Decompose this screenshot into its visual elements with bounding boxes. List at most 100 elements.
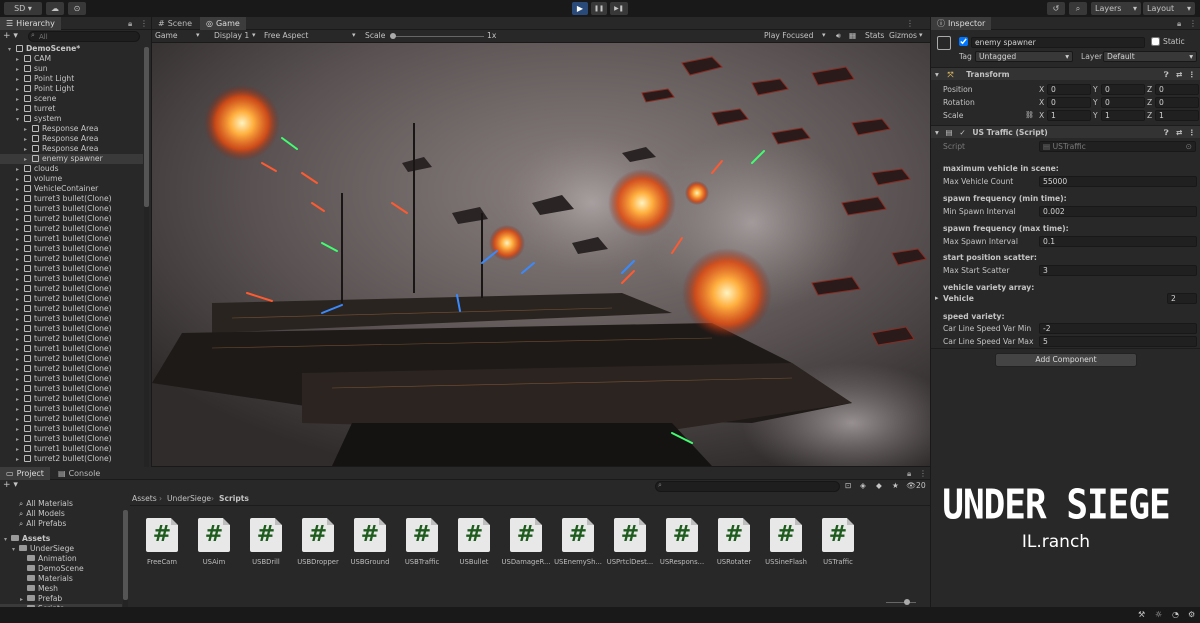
scale-y-field[interactable]: 1 bbox=[1101, 110, 1145, 121]
transform-header[interactable]: ▾ ⤧ Transform ❓︎ ⇄ ⋮ bbox=[931, 67, 1200, 80]
help-icon[interactable]: ❓︎ bbox=[1164, 126, 1169, 139]
hierarchy-item[interactable]: ▸ turret2 bullet(Clone) bbox=[0, 284, 143, 294]
add-component-button[interactable]: Add Component bbox=[995, 353, 1137, 367]
label-icon[interactable]: ◆ bbox=[876, 481, 882, 490]
project-search-input[interactable] bbox=[655, 481, 840, 492]
add-button[interactable]: + ▾ bbox=[3, 480, 18, 490]
foldout-arrow-icon[interactable]: ▸ bbox=[16, 95, 24, 104]
foldout-arrow-icon[interactable]: ▸ bbox=[16, 355, 24, 364]
object-name-field[interactable]: enemy spawner bbox=[971, 37, 1145, 48]
filter-icon[interactable]: ◈ bbox=[860, 481, 866, 490]
foldout-arrow-icon[interactable]: ▸ bbox=[16, 345, 24, 354]
foldout-arrow-icon[interactable]: ▸ bbox=[16, 255, 24, 264]
asset-item[interactable]: # FreeCam bbox=[136, 518, 188, 578]
foldout-arrow-icon[interactable]: ▸ bbox=[16, 285, 24, 294]
hierarchy-item[interactable]: ▸ turret2 bullet(Clone) bbox=[0, 354, 143, 364]
foldout-arrow-icon[interactable]: ▸ bbox=[16, 405, 24, 414]
game-dropdown[interactable]: Game bbox=[155, 31, 178, 40]
hierarchy-search-input[interactable] bbox=[28, 31, 140, 42]
foldout-arrow-icon[interactable]: ▸ bbox=[16, 105, 24, 114]
foldout-arrow-icon[interactable]: ▸ bbox=[24, 155, 32, 164]
asset-item[interactable]: # USTraffic bbox=[812, 518, 864, 578]
hierarchy-item[interactable]: ▸ turret3 bullet(Clone) bbox=[0, 424, 143, 434]
tab-game[interactable]: ◎ Game bbox=[200, 17, 246, 30]
hierarchy-item[interactable]: ▸ turret2 bullet(Clone) bbox=[0, 334, 143, 344]
tab-hierarchy[interactable]: ☰ Hierarchy bbox=[0, 17, 61, 30]
foldout-arrow-icon[interactable]: ▸ bbox=[16, 415, 24, 424]
project-tree-item[interactable]: ▾ UnderSiege bbox=[0, 544, 122, 554]
menu-icon[interactable]: ⋮ bbox=[906, 19, 914, 28]
hierarchy-item[interactable]: ▸ Response Area bbox=[0, 134, 143, 144]
hierarchy-item[interactable]: ▸ Point Light bbox=[0, 84, 143, 94]
foldout-arrow-icon[interactable]: ▸ bbox=[16, 205, 24, 214]
foldout-arrow-icon[interactable]: ▸ bbox=[16, 425, 24, 434]
hierarchy-item[interactable]: ▸ CAM bbox=[0, 54, 143, 64]
audio-icon[interactable]: 🔊︎ bbox=[836, 31, 841, 41]
scale-slider[interactable] bbox=[392, 36, 484, 37]
foldout-arrow-icon[interactable]: ▾ bbox=[8, 45, 16, 54]
asset-item[interactable]: # USEnemySh... bbox=[552, 518, 604, 578]
foldout-arrow-icon[interactable]: ▸ bbox=[16, 325, 24, 334]
layout-dropdown[interactable]: Layout ▾ bbox=[1143, 2, 1195, 15]
layer-dropdown[interactable]: Default ▾ bbox=[1103, 51, 1197, 62]
collab-icon[interactable]: ⊙ bbox=[68, 2, 86, 15]
hierarchy-item[interactable]: ▸ turret2 bullet(Clone) bbox=[0, 364, 143, 374]
stats-button[interactable]: Stats bbox=[865, 31, 884, 40]
hierarchy-item[interactable]: ▸ turret3 bullet(Clone) bbox=[0, 244, 143, 254]
hierarchy-item[interactable]: ▸ VehicleContainer bbox=[0, 184, 143, 194]
project-tree-item[interactable]: ⌕ All Models bbox=[0, 509, 122, 519]
foldout-arrow-icon[interactable]: ▸ bbox=[16, 55, 24, 64]
hierarchy-item[interactable]: ▸ turret3 bullet(Clone) bbox=[0, 404, 143, 414]
project-tree-item[interactable]: Animation bbox=[0, 554, 122, 564]
hierarchy-item[interactable]: ▸ turret3 bullet(Clone) bbox=[0, 384, 143, 394]
project-tree-item[interactable]: ▸ Prefab bbox=[0, 594, 122, 604]
hierarchy-item[interactable]: ▸ turret bbox=[0, 104, 143, 114]
asset-item[interactable]: # USRotater bbox=[708, 518, 760, 578]
hierarchy-item[interactable]: ▸ enemy spawner bbox=[0, 154, 143, 164]
field-value-input[interactable]: 0.002 bbox=[1039, 206, 1197, 217]
settings-icon[interactable]: ⚙ bbox=[1188, 610, 1195, 619]
asset-item[interactable]: # USAim bbox=[188, 518, 240, 578]
tab-inspector[interactable]: ⓘ Inspector bbox=[931, 17, 992, 30]
visibility-icon[interactable]: 👁︎ bbox=[906, 481, 916, 490]
project-tree-item[interactable]: Materials bbox=[0, 574, 122, 584]
field-value-input[interactable]: 2 bbox=[1167, 293, 1197, 304]
history-icon[interactable]: ↺ bbox=[1047, 2, 1065, 15]
hierarchy-item[interactable]: ▸ scene bbox=[0, 94, 143, 104]
icon-size-slider-handle[interactable] bbox=[904, 599, 910, 605]
tab-scene[interactable]: # Scene bbox=[152, 17, 198, 30]
menu-icon[interactable]: ⋮ bbox=[919, 469, 927, 478]
asset-item[interactable]: # USBDrill bbox=[240, 518, 292, 578]
foldout-arrow-icon[interactable]: ▸ bbox=[16, 65, 24, 74]
menu-icon[interactable]: ⋮ bbox=[140, 19, 148, 28]
foldout-arrow-icon[interactable]: ▸ bbox=[24, 125, 32, 134]
hierarchy-item[interactable]: ▸ turret2 bullet(Clone) bbox=[0, 414, 143, 424]
hierarchy-item[interactable]: ▸ turret3 bullet(Clone) bbox=[0, 374, 143, 384]
play-focused-dropdown[interactable]: Play Focused bbox=[764, 31, 813, 40]
asset-item[interactable]: # USRespons... bbox=[656, 518, 708, 578]
foldout-arrow-icon[interactable]: ▸ bbox=[16, 265, 24, 274]
foldout-arrow-icon[interactable]: ▸ bbox=[16, 75, 24, 84]
project-tree-item[interactable]: ⌕ All Prefabs bbox=[0, 519, 122, 529]
hierarchy-item[interactable]: ▸ turret2 bullet(Clone) bbox=[0, 254, 143, 264]
asset-item[interactable]: # USDamageR... bbox=[500, 518, 552, 578]
search-by-type-icon[interactable]: ⊡ bbox=[845, 481, 851, 490]
pause-button[interactable]: ❚❚ bbox=[591, 2, 607, 15]
favorite-star-icon[interactable]: ★ bbox=[892, 481, 899, 490]
foldout-arrow-icon[interactable]: ▸ bbox=[16, 395, 24, 404]
asset-item[interactable]: # USBullet bbox=[448, 518, 500, 578]
rotation-y-field[interactable]: 0 bbox=[1101, 97, 1145, 108]
rotation-x-field[interactable]: 0 bbox=[1047, 97, 1091, 108]
preset-icon[interactable]: ⇄ bbox=[1176, 126, 1182, 139]
project-tree-item[interactable]: ▾ Assets bbox=[0, 534, 122, 544]
script-component-header[interactable]: ▾ ▤ ✓ US Traffic (Script) ❓︎ ⇄ ⋮ bbox=[931, 125, 1200, 138]
hierarchy-item[interactable]: ▸ turret3 bullet(Clone) bbox=[0, 264, 143, 274]
scale-slider-handle[interactable] bbox=[390, 33, 396, 39]
rotation-z-field[interactable]: 0 bbox=[1155, 97, 1199, 108]
help-icon[interactable]: ❓︎ bbox=[1164, 68, 1169, 81]
foldout-arrow-icon[interactable]: ▸ bbox=[16, 185, 24, 194]
foldout-arrow-icon[interactable]: ▸ bbox=[16, 305, 24, 314]
asset-item[interactable]: # USPrtclDest... bbox=[604, 518, 656, 578]
foldout-arrow-icon[interactable]: ▸ bbox=[16, 85, 24, 94]
menu-icon[interactable]: ⋮ bbox=[1188, 68, 1196, 81]
